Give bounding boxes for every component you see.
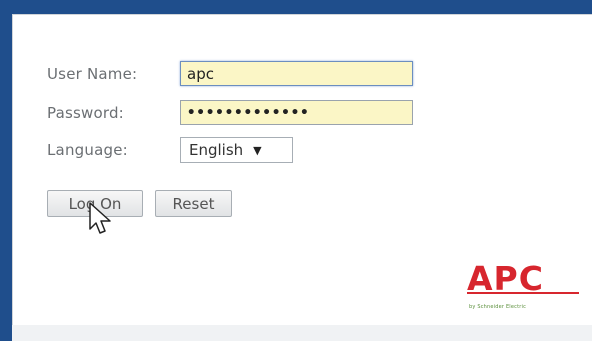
window-left-bar <box>0 0 12 341</box>
username-label: User Name: <box>47 65 138 83</box>
logo-text: APC <box>467 259 544 298</box>
logo-underline <box>467 292 579 294</box>
window-top-bar <box>0 0 592 14</box>
logo-subtitle: by Schneider Electric <box>469 304 527 310</box>
language-select[interactable]: English ▼ <box>180 137 293 163</box>
username-value: apc <box>187 64 214 83</box>
password-field[interactable]: ••••••••••••• <box>180 100 413 125</box>
language-label: Language: <box>47 141 128 159</box>
password-label: Password: <box>47 104 124 122</box>
language-selected-value: English <box>189 141 244 159</box>
username-field[interactable]: apc <box>180 61 413 86</box>
apc-logo: APC by Schneider Electric <box>467 259 579 314</box>
mouse-pointer-icon <box>89 202 111 234</box>
password-value: ••••••••••••• <box>187 104 310 121</box>
dropdown-arrow-icon: ▼ <box>253 143 262 157</box>
reset-button[interactable]: Reset <box>155 190 232 217</box>
panel-bottom-strip <box>12 325 592 341</box>
